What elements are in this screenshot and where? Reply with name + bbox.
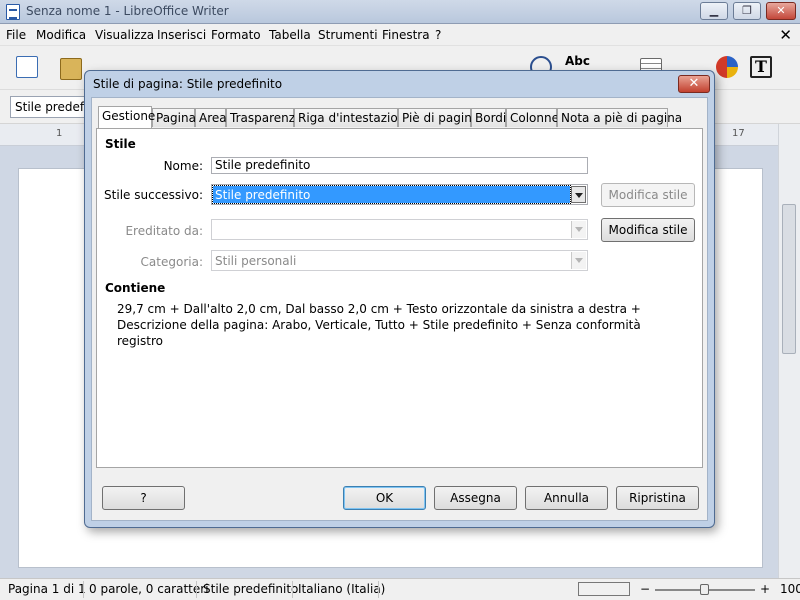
dialog-body: Gestione Pagina Area Trasparenza Riga d'… [91, 97, 708, 521]
window-close-button[interactable]: ✕ [766, 2, 796, 20]
status-language[interactable]: Italiano (Italia) [298, 582, 385, 596]
ruler-tick: 1 [56, 128, 63, 139]
tab-gestione[interactable]: Gestione [98, 106, 155, 128]
reset-button[interactable]: Ripristina [616, 486, 699, 510]
edit-next-style-button[interactable]: Modifica stile [601, 183, 695, 207]
style-section-heading: Stile [105, 137, 136, 151]
tab-riga-intestazione[interactable]: Riga d'intestazione [294, 108, 413, 127]
paragraph-style-box[interactable]: Stile predefinito [10, 96, 88, 118]
menu-file[interactable]: File [6, 28, 26, 42]
document-close-icon[interactable]: ✕ [779, 26, 792, 44]
menu-formato[interactable]: Formato [211, 28, 261, 42]
tab-colonne[interactable]: Colonne [506, 108, 559, 127]
chevron-down-icon[interactable] [571, 252, 586, 269]
tab-pie-di-pagina[interactable]: Piè di pagina [398, 108, 479, 127]
menu-tabella[interactable]: Tabella [269, 28, 311, 42]
menu-help[interactable]: ? [435, 28, 441, 42]
apply-button[interactable]: Assegna [434, 486, 517, 510]
zoom-in-icon[interactable]: + [760, 582, 770, 596]
tab-area[interactable]: Area [195, 108, 227, 127]
edit-inherited-style-button[interactable]: Modifica stile [601, 218, 695, 242]
inherited-from-dropdown[interactable] [211, 219, 588, 240]
cancel-button[interactable]: Annulla [525, 486, 608, 510]
zoom-slider-handle[interactable] [700, 584, 709, 595]
category-dropdown[interactable]: Stili personali [211, 250, 588, 271]
open-folder-icon[interactable] [60, 58, 82, 80]
zoom-level[interactable]: 100 [780, 582, 800, 596]
tab-trasparenza[interactable]: Trasparenza [226, 108, 302, 127]
next-style-dropdown[interactable]: Stile predefinito [211, 184, 588, 205]
writer-app-icon [6, 4, 20, 20]
name-field[interactable]: Stile predefinito [211, 157, 588, 174]
menu-modifica[interactable]: Modifica [36, 28, 86, 42]
menu-finestra[interactable]: Finestra [382, 28, 430, 42]
name-label: Nome: [163, 159, 203, 173]
ruler-tick: 17 [732, 128, 745, 139]
zoom-out-icon[interactable]: − [640, 582, 650, 596]
menu-visualizza[interactable]: Visualizza [95, 28, 154, 42]
window-titlebar: Senza nome 1 - LibreOffice Writer ▁ ❐ ✕ [0, 0, 800, 24]
new-document-icon[interactable] [16, 56, 38, 78]
maximize-button[interactable]: ❐ [733, 2, 761, 20]
text-box-icon[interactable]: T [750, 56, 772, 78]
layout-view-icons[interactable] [578, 582, 630, 596]
menu-inserisci[interactable]: Inserisci [157, 28, 206, 42]
inherited-from-value [213, 221, 570, 238]
next-style-label: Stile successivo: [104, 188, 203, 202]
next-style-value: Stile predefinito [212, 185, 571, 204]
category-label: Categoria: [140, 255, 203, 269]
chart-icon[interactable] [716, 56, 738, 78]
scrollbar-thumb[interactable] [782, 204, 796, 354]
tab-nota-pie-di-pagina[interactable]: Nota a piè di pagina [557, 108, 682, 127]
ok-button[interactable]: OK [343, 486, 426, 510]
category-value: Stili personali [215, 254, 297, 268]
help-button[interactable]: ? [102, 486, 185, 510]
window-title: Senza nome 1 - LibreOffice Writer [26, 4, 229, 18]
menubar: File Modifica Visualizza Inserisci Forma… [0, 24, 800, 46]
chevron-down-icon[interactable] [571, 186, 586, 203]
page-style-dialog: Stile di pagina: Stile predefinito ✕ Ges… [84, 70, 715, 528]
minimize-button[interactable]: ▁ [700, 2, 728, 20]
chevron-down-icon[interactable] [571, 221, 586, 238]
dialog-close-button[interactable]: ✕ [678, 75, 710, 93]
tab-bordi[interactable]: Bordi [471, 108, 506, 127]
status-page-style[interactable]: Stile predefinito [203, 582, 298, 596]
status-bar: Pagina 1 di 1 0 parole, 0 caratteri Stil… [0, 578, 800, 600]
tab-pagina[interactable]: Pagina [152, 108, 196, 127]
gestione-panel: Stile Nome: Stile predefinito Stile succ… [96, 128, 703, 468]
contains-description: 29,7 cm + Dall'alto 2,0 cm, Dal basso 2,… [117, 302, 641, 348]
menu-strumenti[interactable]: Strumenti [318, 28, 378, 42]
vertical-scrollbar[interactable] [778, 124, 800, 578]
inherited-from-label: Ereditato da: [125, 224, 203, 238]
dialog-title: Stile di pagina: Stile predefinito [93, 77, 283, 91]
status-word-count: 0 parole, 0 caratteri [89, 582, 209, 596]
contains-section-heading: Contiene [105, 281, 166, 295]
status-page: Pagina 1 di 1 [8, 582, 86, 596]
